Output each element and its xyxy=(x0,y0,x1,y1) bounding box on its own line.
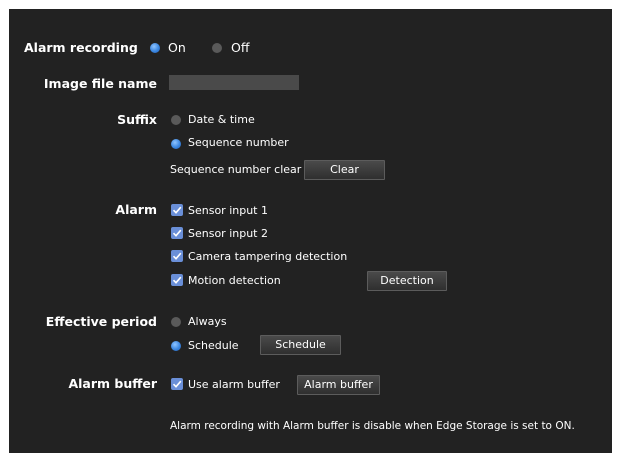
use-alarm-buffer-label: Use alarm buffer xyxy=(188,378,280,391)
alarm-buffer-note: Alarm recording with Alarm buffer is dis… xyxy=(170,420,575,432)
alarm-recording-on-label: On xyxy=(168,40,186,55)
alarm-recording-off-label: Off xyxy=(231,40,250,55)
sequence-number-clear-label: Sequence number clear xyxy=(170,163,302,176)
clear-button[interactable]: Clear xyxy=(304,160,385,180)
suffix-date-time-label: Date & time xyxy=(188,113,255,126)
sensor-input-2-label: Sensor input 2 xyxy=(188,227,268,240)
camera-tampering-checkbox[interactable] xyxy=(171,250,183,262)
effective-period-always-radio[interactable] xyxy=(171,317,181,327)
alarm-label: Alarm xyxy=(115,202,157,217)
image-file-name-label: Image file name xyxy=(43,76,157,91)
effective-period-label: Effective period xyxy=(45,314,157,329)
suffix-sequence-number-radio[interactable] xyxy=(171,139,181,149)
alarm-recording-label: Alarm recording xyxy=(24,40,138,55)
image-file-name-input[interactable] xyxy=(169,75,299,90)
suffix-sequence-number-label: Sequence number xyxy=(188,136,289,149)
suffix-date-time-radio[interactable] xyxy=(171,115,181,125)
sensor-input-1-label: Sensor input 1 xyxy=(188,204,268,217)
effective-period-always-label: Always xyxy=(188,315,227,328)
use-alarm-buffer-checkbox[interactable] xyxy=(171,378,183,390)
suffix-label: Suffix xyxy=(117,112,157,127)
alarm-recording-off-radio[interactable] xyxy=(212,43,222,53)
sensor-input-1-checkbox[interactable] xyxy=(171,204,183,216)
alarm-buffer-label: Alarm buffer xyxy=(68,376,157,391)
checkmark-icon xyxy=(172,229,182,237)
checkmark-icon xyxy=(172,206,182,214)
camera-tampering-label: Camera tampering detection xyxy=(188,250,348,263)
checkmark-icon xyxy=(172,276,182,284)
sensor-input-2-checkbox[interactable] xyxy=(171,227,183,239)
schedule-button[interactable]: Schedule xyxy=(260,335,341,355)
effective-period-schedule-radio[interactable] xyxy=(171,341,181,351)
effective-period-schedule-label: Schedule xyxy=(188,339,239,352)
alarm-buffer-button[interactable]: Alarm buffer xyxy=(297,375,380,395)
checkmark-icon xyxy=(172,252,182,260)
detection-button[interactable]: Detection xyxy=(367,271,447,291)
motion-detection-label: Motion detection xyxy=(188,274,281,287)
alarm-recording-panel: Alarm recording On Off Image file name S… xyxy=(9,9,612,453)
checkmark-icon xyxy=(172,380,182,388)
alarm-recording-on-radio[interactable] xyxy=(150,43,160,53)
motion-detection-checkbox[interactable] xyxy=(171,274,183,286)
